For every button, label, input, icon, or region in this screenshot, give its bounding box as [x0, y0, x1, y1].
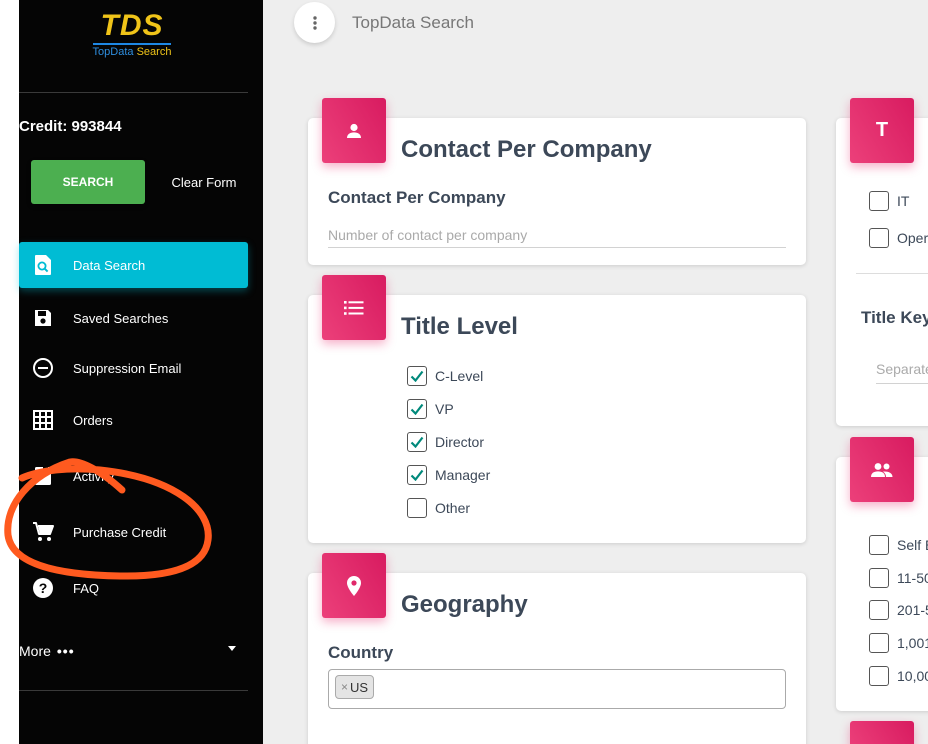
- sidebar-item-label: Activity: [73, 468, 115, 484]
- save-icon: [31, 306, 55, 330]
- sidebar-divider: [19, 92, 248, 93]
- company-size-option-5[interactable]: 10,00: [869, 665, 928, 687]
- title-keyword-label: Title Key: [861, 308, 928, 327]
- checkbox-label: 201-5: [897, 602, 928, 618]
- list-icon: [322, 275, 386, 340]
- menu-more-button[interactable]: [294, 2, 335, 43]
- remove-chip-icon[interactable]: ×: [341, 680, 348, 694]
- credit-balance: Credit: 993844: [19, 118, 122, 135]
- sidebar-item-label: Purchase Credit: [73, 524, 167, 540]
- checkbox-checked[interactable]: [407, 432, 427, 452]
- more-menu[interactable]: More •••: [19, 640, 248, 662]
- sidebar-item-faq[interactable]: ? FAQ: [19, 565, 248, 611]
- logo-subtitle-b: Search: [136, 46, 172, 58]
- checkbox-label: VP: [435, 401, 454, 417]
- checkbox-label: IT: [897, 193, 910, 209]
- company-size-option-1[interactable]: Self E: [869, 534, 928, 556]
- title-level-option-other[interactable]: Other: [407, 497, 470, 519]
- checkbox-label: C-Level: [435, 368, 484, 384]
- country-select[interactable]: × US: [328, 669, 786, 709]
- checkbox-checked[interactable]: [407, 465, 427, 485]
- data-search-icon: [31, 253, 55, 277]
- checkbox-label: 11-50: [897, 570, 928, 586]
- book-icon: [31, 464, 55, 488]
- checkbox-label: 10,00: [897, 668, 928, 684]
- help-icon: ?: [31, 576, 55, 600]
- contact-per-company-title: Contact Per Company: [401, 136, 652, 163]
- more-label: More: [19, 643, 51, 659]
- country-label: Country: [328, 643, 394, 662]
- department-card: Title Key: [836, 118, 928, 426]
- checkbox-unchecked[interactable]: [407, 498, 427, 518]
- checkbox-unchecked[interactable]: [869, 666, 889, 686]
- sidebar-item-suppression-email[interactable]: Suppression Email: [19, 345, 248, 391]
- checkbox-unchecked[interactable]: [869, 633, 889, 653]
- cart-icon: [31, 520, 55, 544]
- checkbox-label: Director: [435, 434, 485, 450]
- checkbox-unchecked[interactable]: [869, 191, 889, 211]
- title-level-option-c-level[interactable]: C-Level: [407, 365, 483, 387]
- company-size-option-4[interactable]: 1,001: [869, 632, 928, 654]
- left-margin: [0, 0, 19, 744]
- checkbox-label: Opera: [897, 230, 928, 246]
- checkbox-unchecked[interactable]: [869, 228, 889, 248]
- checkbox-checked[interactable]: [407, 399, 427, 419]
- sidebar-item-label: Orders: [73, 412, 113, 428]
- sidebar-item-purchase-credit[interactable]: Purchase Credit: [19, 509, 248, 555]
- company-size-option-2[interactable]: 11-50: [869, 567, 928, 589]
- grid-icon: [31, 408, 55, 432]
- checkbox-label: Other: [435, 500, 471, 516]
- contact-per-company-input[interactable]: [328, 222, 786, 248]
- person-icon: [322, 98, 386, 163]
- checkbox-unchecked[interactable]: [869, 568, 889, 588]
- page-title: TopData Search: [352, 13, 474, 32]
- checkbox-checked[interactable]: [407, 366, 427, 386]
- department-option-operations[interactable]: Opera: [869, 227, 928, 249]
- sidebar: TDS TopData Search Credit: 993844 SEARCH…: [19, 0, 263, 744]
- title-keyword-input[interactable]: [876, 354, 928, 384]
- company-size-option-3[interactable]: 201-5: [869, 599, 928, 621]
- geography-title: Geography: [401, 591, 528, 618]
- search-button[interactable]: SEARCH: [31, 160, 145, 204]
- checkbox-label: Self E: [897, 537, 928, 553]
- sidebar-item-data-search[interactable]: Data Search: [19, 242, 248, 288]
- minus-circle-icon: [31, 356, 55, 380]
- sidebar-divider-bottom: [19, 690, 248, 691]
- sidebar-item-label: Saved Searches: [73, 310, 169, 326]
- caret-down-icon[interactable]: [228, 646, 236, 651]
- letter-t-icon: T: [850, 98, 914, 163]
- title-level-option-vp[interactable]: VP: [407, 398, 454, 420]
- title-level-title: Title Level: [401, 313, 518, 340]
- logo[interactable]: TDS TopData Search: [87, 10, 177, 60]
- more-dots-icon: •••: [56, 643, 75, 659]
- country-chip-label: US: [350, 679, 369, 695]
- checkbox-label: Manager: [435, 467, 491, 483]
- contact-per-company-label: Contact Per Company: [328, 188, 506, 207]
- vertical-dots-icon: [312, 15, 317, 30]
- sidebar-item-orders[interactable]: Orders: [19, 397, 248, 443]
- svg-text:?: ?: [39, 580, 48, 596]
- country-chip[interactable]: × US: [335, 675, 375, 699]
- checkbox-unchecked[interactable]: [869, 600, 889, 620]
- sidebar-item-label: Data Search: [73, 257, 146, 273]
- title-level-option-director[interactable]: Director: [407, 431, 484, 453]
- logo-subtitle: TopData Search: [87, 45, 177, 60]
- logo-mark: TDS: [100, 9, 164, 42]
- location-pin-icon: [322, 553, 386, 618]
- logo-subtitle-a: TopData: [92, 46, 134, 58]
- next-card-icon: [850, 721, 914, 744]
- clear-form-button[interactable]: Clear Form: [159, 160, 249, 204]
- checkbox-label: 1,001: [897, 635, 928, 651]
- sidebar-item-saved-searches[interactable]: Saved Searches: [19, 295, 248, 341]
- card-divider: [856, 273, 928, 274]
- sidebar-item-activity[interactable]: Activity: [19, 453, 248, 499]
- title-level-option-manager[interactable]: Manager: [407, 464, 490, 486]
- people-icon: [850, 437, 914, 502]
- sidebar-item-label: Suppression Email: [73, 360, 182, 376]
- department-option-it[interactable]: IT: [869, 190, 909, 212]
- sidebar-item-label: FAQ: [73, 580, 100, 596]
- checkbox-unchecked[interactable]: [869, 535, 889, 555]
